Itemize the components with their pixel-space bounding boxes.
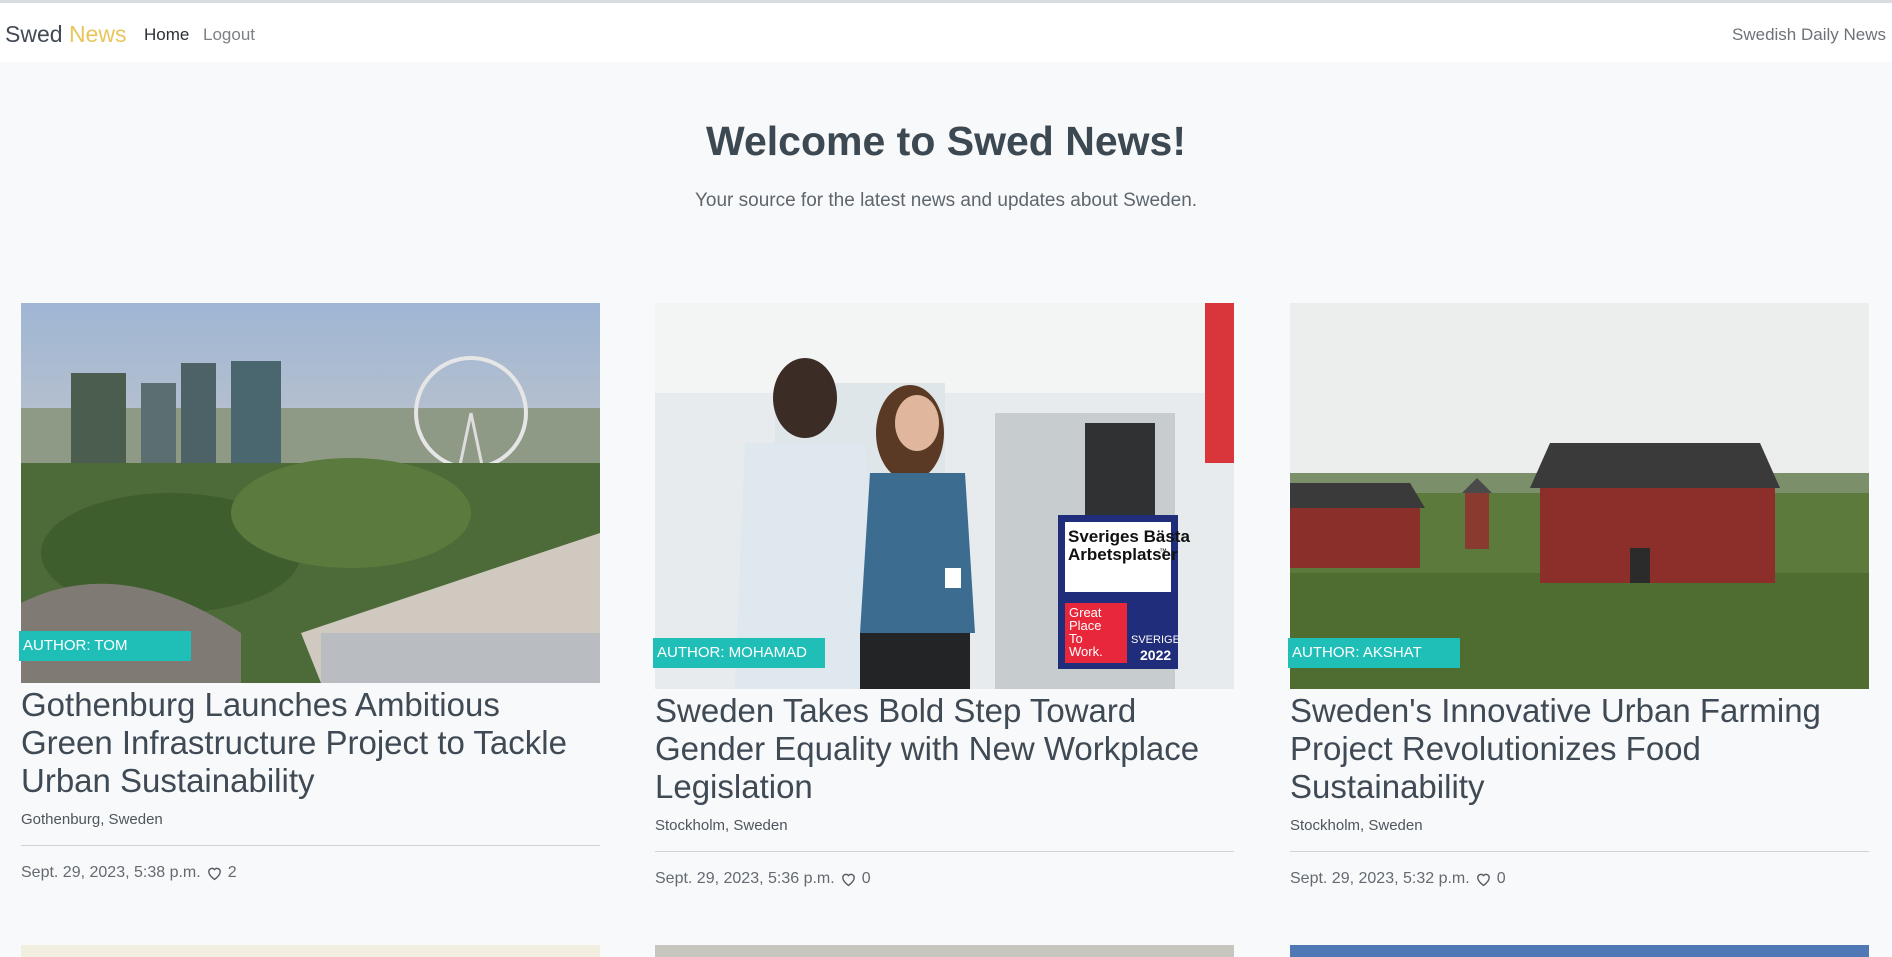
- navbar: Swed News Home Logout Swedish Daily News: [0, 3, 1892, 62]
- award-year: 2022: [1140, 647, 1172, 663]
- next-article-image[interactable]: [21, 945, 600, 957]
- article-date: Sept. 29, 2023, 5:32 p.m.: [1290, 870, 1470, 887]
- article-date: Sept. 29, 2023, 5:38 p.m.: [21, 864, 201, 881]
- heart-outline-icon[interactable]: [840, 871, 857, 887]
- nav-logout-link[interactable]: Logout: [203, 25, 255, 45]
- page-title: Welcome to Swed News!: [706, 118, 1186, 164]
- award-line1: Sveriges Bästa: [1068, 527, 1190, 546]
- article-image[interactable]: Sveriges Bästa Arbetsplatser ™ Great Pla…: [653, 303, 1234, 689]
- author-badge: AUTHOR: MOHAMAD: [653, 638, 825, 668]
- article-meta: Sept. 29, 2023, 5:32 p.m. 0: [1290, 870, 1869, 888]
- article-card[interactable]: Sveriges Bästa Arbetsplatser ™ Great Pla…: [653, 303, 1234, 888]
- next-article-image[interactable]: [1290, 945, 1869, 957]
- brand-part-news: News: [68, 21, 127, 47]
- brand-part-swed: Swed: [5, 21, 63, 47]
- page-subtitle: Your source for the latest news and upda…: [694, 190, 1198, 211]
- brand-logo[interactable]: Swed News: [5, 21, 126, 48]
- like-count: 2: [227, 864, 237, 881]
- award-tm: ™: [1159, 547, 1167, 556]
- article-date: Sept. 29, 2023, 5:36 p.m.: [655, 870, 835, 887]
- like-count: 0: [1496, 870, 1506, 887]
- article-title[interactable]: Sweden's Innovative Urban Farming Projec…: [1290, 692, 1869, 806]
- article-card[interactable]: AUTHOR: AKSHAT Sweden's Innovative Urban…: [1288, 303, 1869, 888]
- like-count: 0: [861, 870, 871, 887]
- article-location: Stockholm, Sweden: [1290, 817, 1423, 834]
- award-red4: Work.: [1069, 644, 1103, 659]
- gothenburg-cityscape-image: [21, 303, 600, 683]
- article-title[interactable]: Gothenburg Launches Ambitious Green Infr…: [21, 686, 600, 800]
- nav-home-link[interactable]: Home: [144, 25, 189, 45]
- navbar-tagline: Swedish Daily News: [1732, 25, 1886, 44]
- article-card[interactable]: AUTHOR: TOM Gothenburg Launches Ambitiou…: [19, 303, 600, 882]
- divider: [655, 851, 1234, 852]
- farm-barn-image: [1290, 303, 1869, 689]
- award-country: SVERIGE: [1131, 634, 1180, 646]
- article-image[interactable]: AUTHOR: AKSHAT: [1288, 303, 1869, 689]
- divider: [1290, 851, 1869, 852]
- article-title[interactable]: Sweden Takes Bold Step Toward Gender Equ…: [655, 692, 1234, 806]
- workplace-award-logo: Sveriges Bästa Arbetsplatser ™ Great Pla…: [1058, 515, 1190, 669]
- article-location: Stockholm, Sweden: [655, 817, 788, 834]
- divider: [21, 845, 600, 846]
- heart-outline-icon[interactable]: [1475, 871, 1492, 887]
- heart-outline-icon[interactable]: [206, 865, 223, 881]
- article-image[interactable]: AUTHOR: TOM: [19, 303, 600, 683]
- author-badge: AUTHOR: AKSHAT: [1288, 638, 1460, 668]
- article-meta: Sept. 29, 2023, 5:36 p.m. 0: [655, 870, 1234, 888]
- article-meta: Sept. 29, 2023, 5:38 p.m. 2: [21, 864, 600, 882]
- author-badge: AUTHOR: TOM: [19, 631, 191, 661]
- next-article-image[interactable]: [655, 945, 1234, 957]
- article-location: Gothenburg, Sweden: [21, 811, 163, 828]
